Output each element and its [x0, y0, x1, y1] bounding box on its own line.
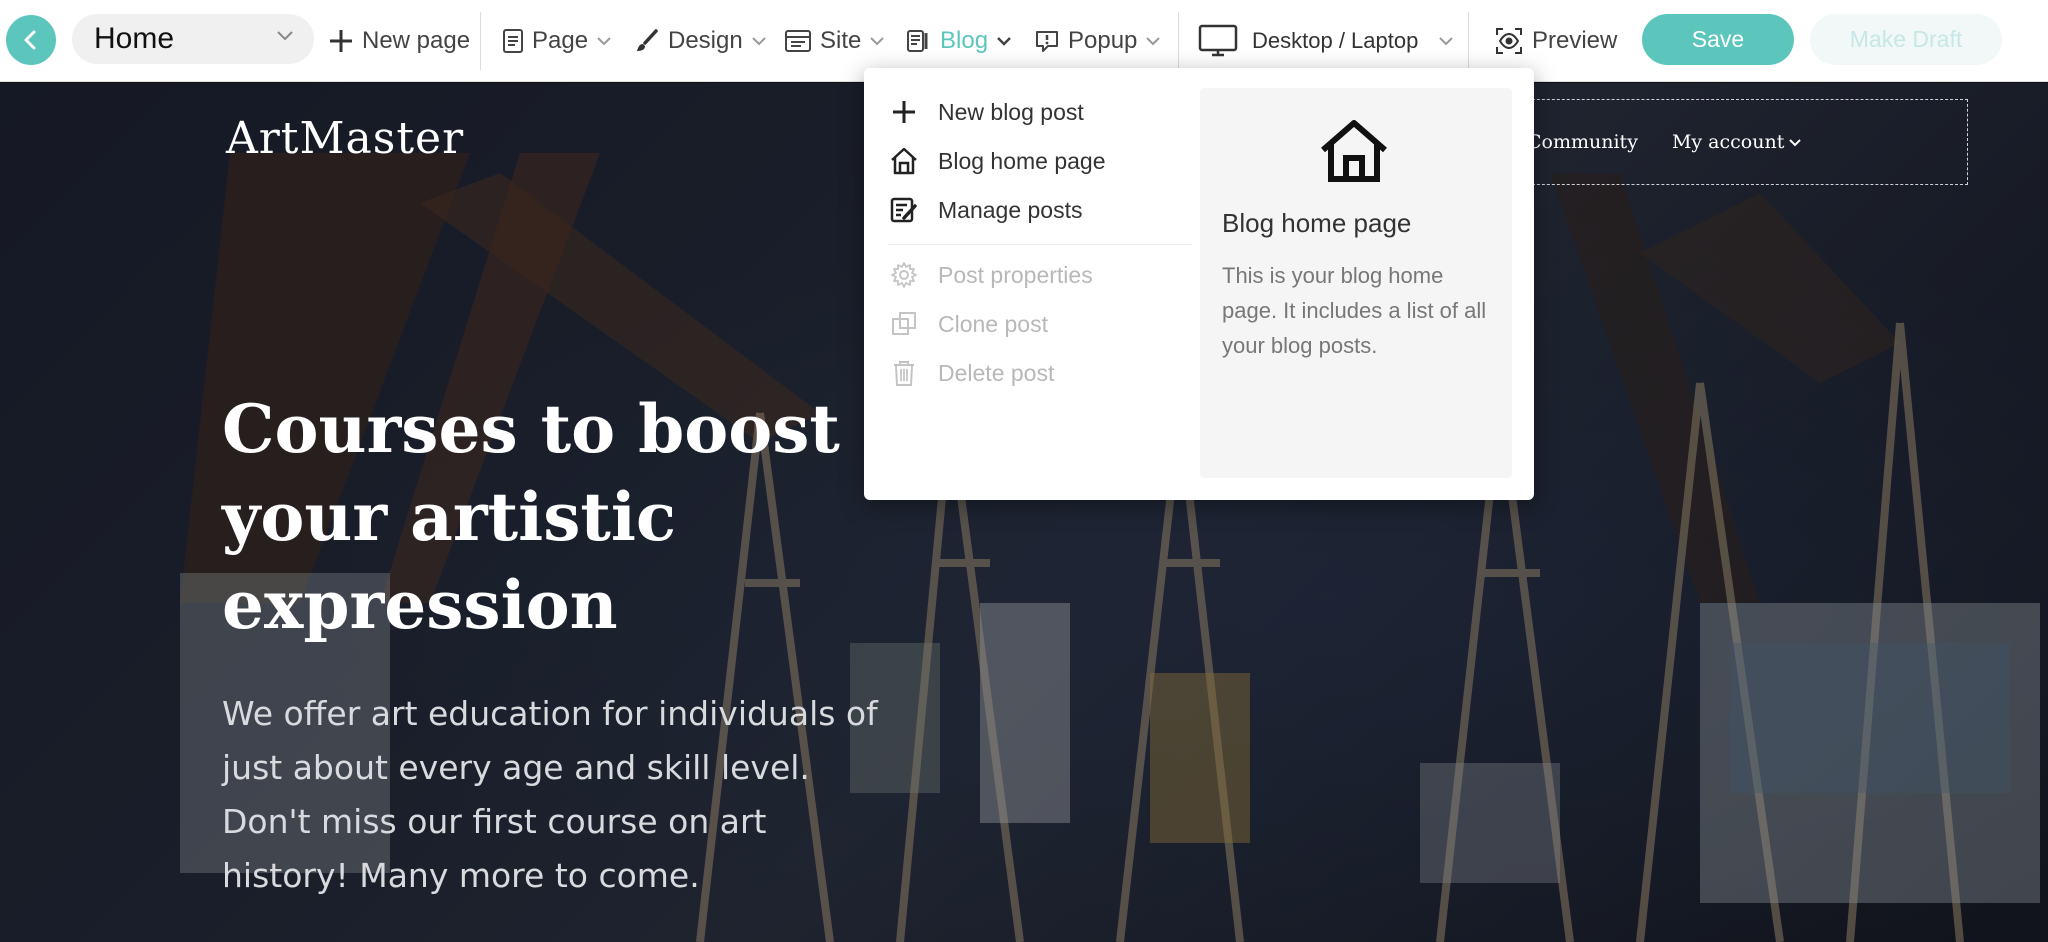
design-menu-label: Design [668, 27, 743, 54]
eye-icon [1496, 28, 1522, 54]
browser-window-icon [785, 30, 811, 52]
menu-item-clone-post: Clone post [888, 304, 1048, 344]
monitor-icon [1198, 24, 1238, 57]
menu-item-post-properties: Post properties [888, 255, 1093, 295]
chevron-down-icon [870, 37, 885, 46]
page-select-value: Home [94, 22, 175, 55]
home-icon [1321, 120, 1387, 182]
hero-description: We offer art education for individuals o… [222, 694, 878, 895]
plus-icon [330, 30, 352, 52]
back-button[interactable] [6, 15, 56, 65]
blog-menu-label: Blog [940, 27, 989, 54]
toolbar-divider [1178, 12, 1179, 70]
popup-menu-label: Popup [1068, 27, 1138, 54]
menu-item-manage-posts[interactable]: Manage posts [888, 190, 1082, 230]
design-menu[interactable]: Design [634, 22, 767, 60]
chevron-down-icon [597, 37, 611, 46]
edit-list-icon [890, 197, 917, 223]
site-logo: ArtMaster [226, 113, 465, 164]
nav-my-account[interactable]: My account [1672, 131, 1802, 153]
page-select[interactable]: Home [72, 14, 314, 64]
popup-alert-icon [1036, 31, 1058, 52]
menu-item-delete-post: Delete post [888, 353, 1054, 393]
menu-item-label: Delete post [938, 359, 1055, 386]
blog-menu[interactable]: Blog [906, 22, 1012, 60]
menu-item-label: New blog post [938, 98, 1084, 125]
page-menu-label: Page [532, 27, 589, 54]
site-menu[interactable]: Site [784, 22, 885, 60]
chevron-down-icon [277, 31, 293, 41]
chevron-left-icon [24, 30, 36, 50]
preview-card-title: Blog home page [1222, 208, 1412, 238]
menu-item-blog-home-page[interactable]: Blog home page [888, 141, 1106, 181]
preview-button[interactable]: Preview [1494, 22, 1617, 60]
chevron-down-icon [1789, 139, 1802, 147]
menu-item-label: Manage posts [938, 196, 1083, 223]
trash-icon [894, 361, 914, 386]
page-menu[interactable]: Page [502, 22, 612, 60]
toolbar-divider [1468, 12, 1469, 70]
brush-icon [637, 29, 658, 51]
nav-my-account-label: My account [1671, 131, 1785, 153]
menu-item-label: Blog home page [938, 147, 1106, 174]
chevron-down-icon [1439, 37, 1454, 46]
clone-icon [892, 312, 916, 335]
menu-divider [888, 244, 1192, 245]
toolbar-divider [480, 12, 481, 70]
blog-dropdown-menu: New blog post Blog home page Manage post… [864, 68, 1534, 500]
save-button[interactable]: Save [1642, 14, 1794, 65]
device-select-value: Desktop / Laptop [1252, 28, 1419, 53]
popup-menu[interactable]: Popup [1034, 22, 1161, 60]
preview-label: Preview [1532, 27, 1618, 54]
new-page-label: New page [362, 27, 471, 54]
home-icon [891, 147, 917, 175]
site-navigation[interactable]: Community My account [1512, 99, 1968, 185]
make-draft-button: Make Draft [1810, 14, 2002, 65]
chevron-down-icon [997, 37, 1011, 46]
nav-community[interactable]: Community [1527, 131, 1638, 153]
preview-card-description: This is your blog home page. It includes… [1222, 263, 1487, 358]
hero-title: Courses to boost your artistic expressio… [222, 390, 840, 644]
menu-item-label: Post properties [938, 261, 1093, 288]
chevron-down-icon [1146, 37, 1161, 46]
new-page-button[interactable]: New page [328, 22, 470, 60]
menu-item-preview-card: Blog home page This is your blog home pa… [1200, 88, 1512, 478]
site-menu-label: Site [820, 27, 862, 54]
page-icon [503, 29, 523, 53]
menu-item-label: Clone post [938, 310, 1048, 337]
blog-icon [907, 30, 928, 52]
gear-icon [891, 262, 917, 288]
chevron-down-icon [752, 37, 766, 46]
menu-item-new-blog-post[interactable]: New blog post [888, 92, 1084, 132]
plus-icon [893, 101, 915, 123]
device-select[interactable]: Desktop / Laptop [1198, 22, 1454, 60]
